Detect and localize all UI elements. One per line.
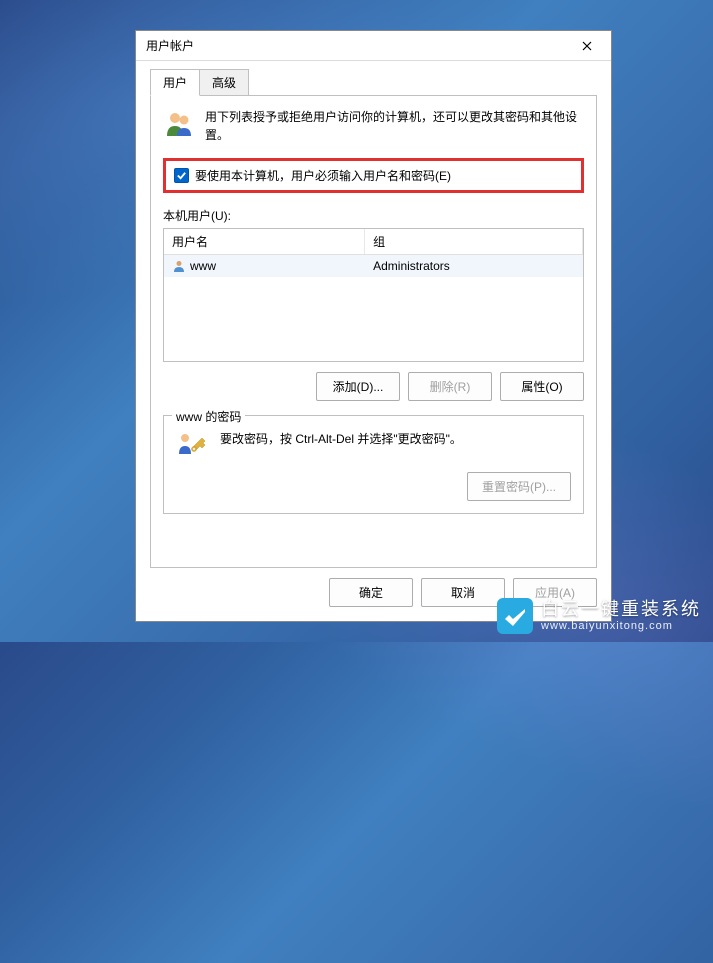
titlebar: 用户帐户 [136,31,611,61]
tab-strip: 用户 高级 [150,69,597,96]
tab-advanced[interactable]: 高级 [199,69,249,96]
remove-user-button[interactable]: 删除(R) [408,372,492,401]
add-user-button[interactable]: 添加(D)... [316,372,400,401]
require-login-checkbox[interactable] [174,168,189,183]
user-icon [172,259,186,273]
watermark: 白云一键重装系统 www.baiyunxitong.com [497,598,701,634]
reset-password-button[interactable]: 重置密码(P)... [467,472,571,501]
close-button[interactable] [565,32,609,60]
require-login-label[interactable]: 要使用本计算机，用户必须输入用户名和密码(E) [195,167,451,184]
tab-panel-users: 用下列表授予或拒绝用户访问你的计算机，还可以更改其密码和其他设置。 要使用本计算… [150,95,597,568]
header-username[interactable]: 用户名 [164,229,365,254]
user-accounts-dialog: 用户帐户 用户 高级 用下列表授予或拒绝用户访问你的计算机，还可以更改其密码和其… [135,30,612,622]
require-login-row: 要使用本计算机，用户必须输入用户名和密码(E) [163,158,584,193]
password-text: 要改密码，按 Ctrl-Alt-Del 并选择"更改密码"。 [220,430,462,448]
watermark-name: 白云一键重装系统 [541,599,701,621]
user-list[interactable]: 用户名 组 www Administrators [163,228,584,362]
watermark-url: www.baiyunxitong.com [541,620,701,633]
password-legend: www 的密码 [172,408,245,425]
ok-button[interactable]: 确定 [329,578,413,607]
password-fieldset: www 的密码 要改密码，按 Ctrl-Alt-Del 并选择"更改密码"。 [163,415,584,514]
header-group[interactable]: 组 [365,229,583,254]
row-username: www [190,259,216,273]
intro-text: 用下列表授予或拒绝用户访问你的计算机，还可以更改其密码和其他设置。 [205,108,584,144]
user-list-label: 本机用户(U): [163,207,584,224]
key-icon [176,430,208,462]
cancel-button[interactable]: 取消 [421,578,505,607]
tab-users[interactable]: 用户 [150,69,200,96]
list-header: 用户名 组 [164,229,583,255]
users-icon [163,108,195,140]
row-group: Administrators [365,257,583,275]
window-title: 用户帐户 [146,37,565,54]
watermark-logo-icon [497,598,533,634]
properties-button[interactable]: 属性(O) [500,372,584,401]
table-row[interactable]: www Administrators [164,255,583,277]
